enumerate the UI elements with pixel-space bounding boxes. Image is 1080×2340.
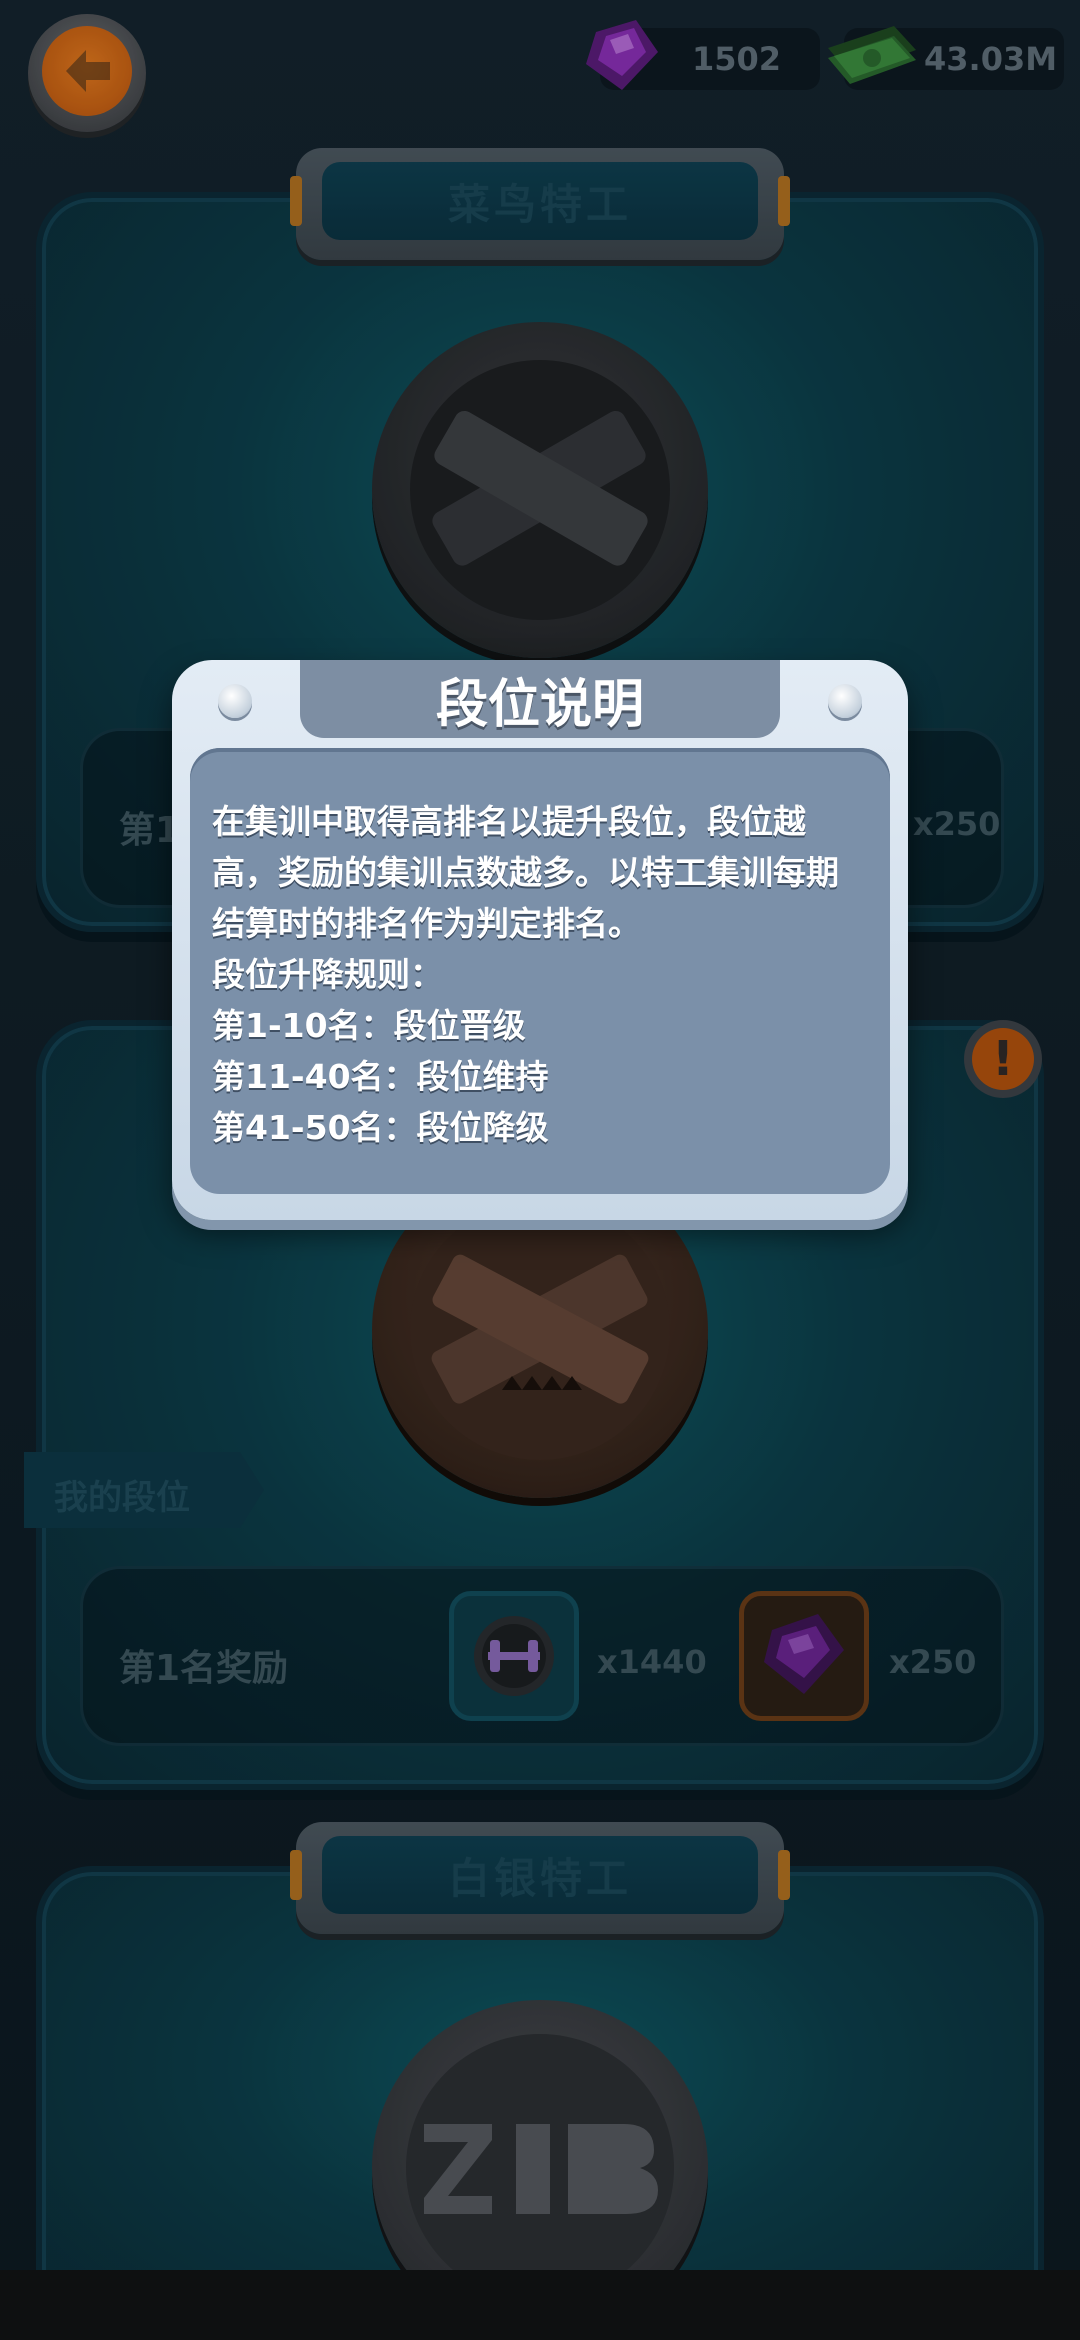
- modal-title-tab: 段位说明: [300, 660, 780, 738]
- modal-line: 在集训中取得高排名以提升段位，段位越: [212, 802, 806, 841]
- modal-line: 段位升降规则：: [212, 955, 443, 994]
- modal-line: 第41-50名：段位降级: [212, 1108, 549, 1147]
- bolt-icon: [218, 684, 252, 718]
- modal-body: 在集训中取得高排名以提升段位，段位越 高，奖励的集训点数越多。以特工集训每期 结…: [190, 748, 890, 1194]
- modal-line: 第11-40名：段位维持: [212, 1057, 549, 1096]
- modal-line: 高，奖励的集训点数越多。以特工集训每期: [212, 853, 839, 892]
- bolt-icon: [828, 684, 862, 718]
- modal-line: 第1-10名：段位晋级: [212, 1006, 526, 1045]
- modal-line: 结算时的排名作为判定排名。: [212, 904, 641, 943]
- modal-title: 段位说明: [435, 674, 644, 735]
- rank-info-modal: 段位说明 在集训中取得高排名以提升段位，段位越 高，奖励的集训点数越多。以特工集…: [172, 660, 908, 1220]
